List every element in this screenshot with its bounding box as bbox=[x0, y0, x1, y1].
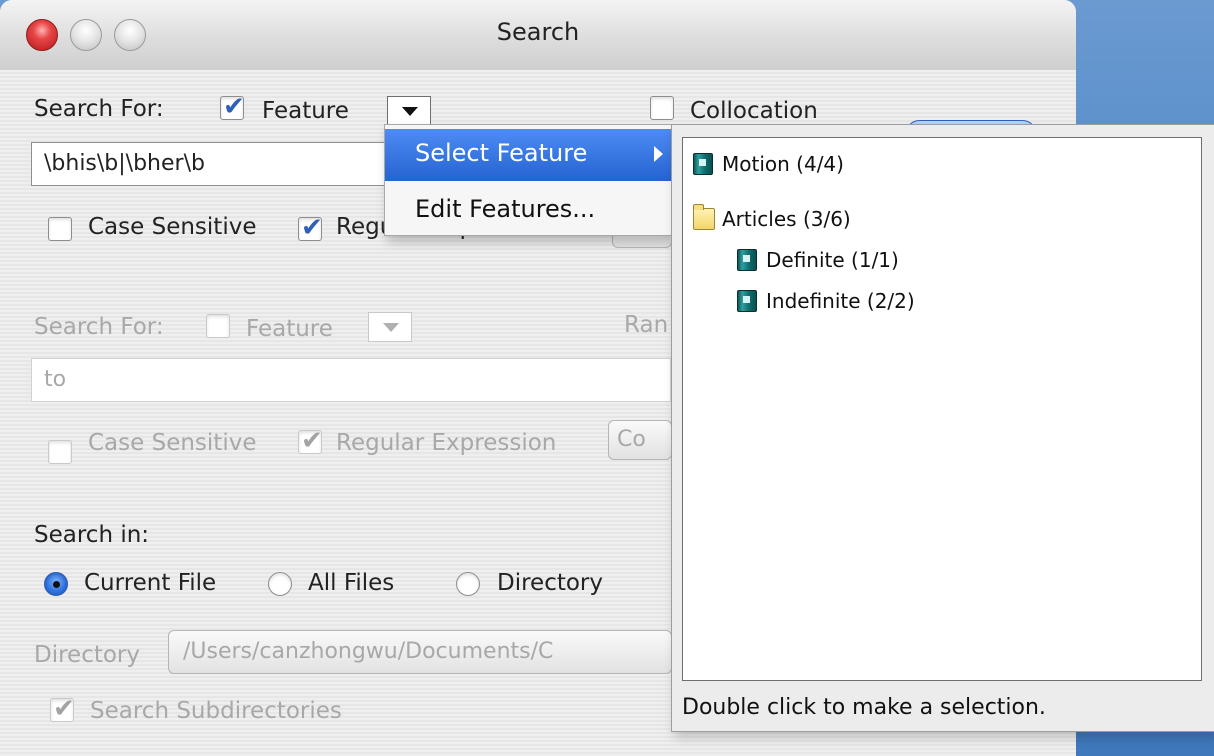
chevron-right-icon bbox=[654, 146, 663, 162]
secondary-button-2[interactable]: Co bbox=[608, 420, 672, 460]
chevron-down-icon bbox=[383, 323, 399, 332]
window-title: Search bbox=[496, 18, 580, 46]
current-file-label: Current File bbox=[84, 570, 217, 596]
tree-item-label: Indefinite (2/2) bbox=[766, 289, 915, 313]
folder-icon bbox=[693, 204, 715, 230]
menu-item-label: Select Feature bbox=[415, 139, 588, 167]
case-sensitive-label-2: Case Sensitive bbox=[88, 430, 257, 456]
range-label-2: Ran bbox=[624, 312, 669, 338]
regular-expression-checkbox-2[interactable] bbox=[298, 426, 323, 456]
search-query-input[interactable]: \bhis\b|\bher\b bbox=[31, 142, 391, 186]
menu-item-edit-features[interactable]: Edit Features... bbox=[385, 185, 671, 237]
directory-radio[interactable] bbox=[456, 572, 480, 596]
chevron-down-icon bbox=[402, 107, 418, 116]
directory-path-field[interactable]: /Users/canzhongwu/Documents/C bbox=[168, 630, 672, 674]
search-subdirectories-label: Search Subdirectories bbox=[90, 698, 342, 724]
tree-item-label: Articles (3/6) bbox=[722, 207, 851, 231]
feature-panel-hint: Double click to make a selection. bbox=[682, 695, 1046, 720]
case-sensitive-checkbox[interactable] bbox=[48, 217, 72, 241]
feature-label-2: Feature bbox=[246, 316, 333, 342]
case-sensitive-checkbox-2[interactable] bbox=[48, 440, 72, 464]
search-query-input-2[interactable]: to bbox=[31, 358, 671, 402]
regular-expression-label-2: Regular Expression bbox=[336, 430, 557, 456]
menu-item-select-feature[interactable]: Select Feature bbox=[385, 129, 671, 181]
collocation-checkbox[interactable] bbox=[650, 96, 674, 120]
tree-item-label: Motion (4/4) bbox=[722, 152, 844, 176]
search-for-label: Search For: bbox=[34, 96, 164, 122]
case-sensitive-label: Case Sensitive bbox=[88, 214, 257, 240]
feature-label: Feature bbox=[262, 98, 349, 124]
feature-checkbox[interactable] bbox=[220, 92, 245, 122]
feature-dropdown-button-2[interactable] bbox=[368, 312, 412, 342]
regular-expression-checkbox[interactable] bbox=[298, 213, 323, 243]
search-subdirectories-checkbox[interactable] bbox=[50, 694, 75, 724]
search-for-label-2: Search For: bbox=[34, 314, 164, 340]
feature-menu: Select Feature Edit Features... bbox=[384, 124, 672, 236]
all-files-radio[interactable] bbox=[268, 572, 292, 596]
book-icon bbox=[693, 153, 713, 175]
feature-checkbox-2[interactable] bbox=[206, 314, 230, 338]
current-file-radio[interactable] bbox=[44, 572, 68, 596]
book-icon bbox=[737, 249, 757, 271]
feature-tree[interactable]: Motion (4/4) Articles (3/6) Definite (1/… bbox=[682, 137, 1202, 681]
menu-item-label: Edit Features... bbox=[415, 195, 596, 223]
directory-option-label: Directory bbox=[497, 570, 604, 596]
directory-field-label: Directory bbox=[34, 642, 141, 668]
collocation-label: Collocation bbox=[690, 98, 818, 124]
feature-dropdown-button[interactable] bbox=[387, 96, 431, 126]
tree-item-label: Definite (1/1) bbox=[766, 248, 899, 272]
book-icon bbox=[737, 290, 757, 312]
feature-selection-panel: Motion (4/4) Articles (3/6) Definite (1/… bbox=[671, 124, 1214, 732]
all-files-label: All Files bbox=[308, 570, 395, 596]
title-bar[interactable]: Search bbox=[0, 0, 1076, 71]
search-in-label: Search in: bbox=[34, 522, 150, 548]
